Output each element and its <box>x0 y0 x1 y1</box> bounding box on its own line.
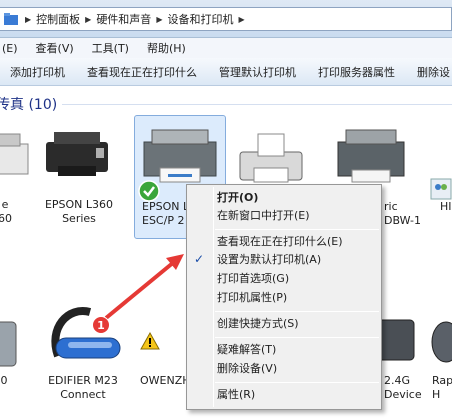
menu-item-properties[interactable]: 属性(R) <box>217 386 255 404</box>
breadcrumb-hardware[interactable]: 硬件和声音 <box>96 11 151 27</box>
device-label[interactable]: 2.4G Device <box>384 374 424 402</box>
menu-separator <box>215 229 379 230</box>
fax-icon[interactable] <box>230 132 310 188</box>
device-label[interactable]: EPSON LESC/P 2 V <box>136 200 186 228</box>
menu-item-set-default[interactable]: 设置为默认打印机(A) <box>217 251 321 269</box>
menu-separator <box>215 382 379 383</box>
device-label[interactable]: OWENZH <box>140 374 186 388</box>
warning-icon <box>140 332 160 350</box>
menu-item-open-new-window[interactable]: 在新窗口中打开(E) <box>217 207 310 225</box>
device-label[interactable]: HI <box>440 200 452 214</box>
menu-item-remove-device[interactable]: 删除设备(V) <box>217 360 277 378</box>
device-label[interactable]: ric DBW-1 <box>384 200 421 228</box>
breadcrumb-control-panel[interactable]: 控制面板 <box>36 11 80 27</box>
mouse-icon[interactable] <box>426 312 452 368</box>
menu-tools[interactable]: 工具(T) <box>92 40 129 56</box>
device-label[interactable]: e 60 <box>0 198 16 226</box>
menu-separator <box>215 337 379 338</box>
chevron-right-icon[interactable]: ▶ <box>156 15 162 24</box>
address-bar: ▶ 控制面板 ▶ 硬件和声音 ▶ 设备和打印机 ▶ <box>0 0 452 38</box>
menu-view[interactable]: 查看(V) <box>36 40 74 56</box>
menu-item-troubleshoot[interactable]: 疑难解答(T) <box>217 341 276 359</box>
see-printing-button[interactable]: 查看现在正在打印什么 <box>76 64 208 80</box>
device-label[interactable]: EPSON L360 Series <box>42 198 116 226</box>
printer-icon[interactable] <box>334 124 408 188</box>
printer-icon[interactable] <box>0 124 40 184</box>
divider <box>62 104 452 105</box>
default-check-icon <box>138 180 160 202</box>
menu-item-open[interactable]: 打开(O) <box>217 189 258 207</box>
menu-help[interactable]: 帮助(H) <box>147 40 186 56</box>
command-bar: 添加打印机 查看现在正在打印什么 管理默认打印机 打印服务器属性 删除设 <box>0 58 452 86</box>
printer-icon[interactable] <box>138 124 222 188</box>
device-label[interactable]: 0 <box>0 374 10 388</box>
menu-gutter <box>213 187 214 407</box>
remove-device-button[interactable]: 删除设 <box>406 64 452 80</box>
chevron-right-icon[interactable]: ▶ <box>238 15 244 24</box>
menu-edit[interactable]: (E) <box>2 42 18 55</box>
context-menu: 打开(O) 在新窗口中打开(E) 查看现在正在打印什么(E) ✓ 设置为默认打印… <box>186 184 382 410</box>
group-header[interactable]: 传真 (10) <box>0 94 57 114</box>
menu-bar: (E) 查看(V) 工具(T) 帮助(H) <box>0 38 452 58</box>
device-label[interactable]: Rap H <box>432 374 452 402</box>
manage-default-button[interactable]: 管理默认打印机 <box>208 64 307 80</box>
menu-item-create-shortcut[interactable]: 创建快捷方式(S) <box>217 315 299 333</box>
menu-item-see-printing[interactable]: 查看现在正在打印什么(E) <box>217 233 343 251</box>
headset-icon[interactable] <box>38 298 122 374</box>
chevron-right-icon[interactable]: ▶ <box>85 15 91 24</box>
breadcrumb-devices[interactable]: 设备和打印机 <box>167 11 233 27</box>
step-badge: 1 <box>92 316 110 334</box>
menu-item-printer-properties[interactable]: 打印机属性(P) <box>217 289 287 307</box>
chevron-right-icon[interactable]: ▶ <box>25 15 31 24</box>
printer-icon[interactable] <box>40 126 114 186</box>
menu-separator <box>215 311 379 312</box>
device-icon[interactable] <box>0 312 24 372</box>
user-icon[interactable] <box>430 178 452 200</box>
address-field[interactable]: ▶ 控制面板 ▶ 硬件和声音 ▶ 设备和打印机 ▶ <box>0 7 452 31</box>
menu-item-printing-preferences[interactable]: 打印首选项(G) <box>217 270 289 288</box>
device-label[interactable]: EDIFIER M23 Connect <box>38 374 128 402</box>
add-printer-button[interactable]: 添加打印机 <box>0 64 76 80</box>
folder-icon <box>2 11 20 27</box>
print-server-props-button[interactable]: 打印服务器属性 <box>307 64 406 80</box>
checkmark-icon: ✓ <box>194 252 205 266</box>
